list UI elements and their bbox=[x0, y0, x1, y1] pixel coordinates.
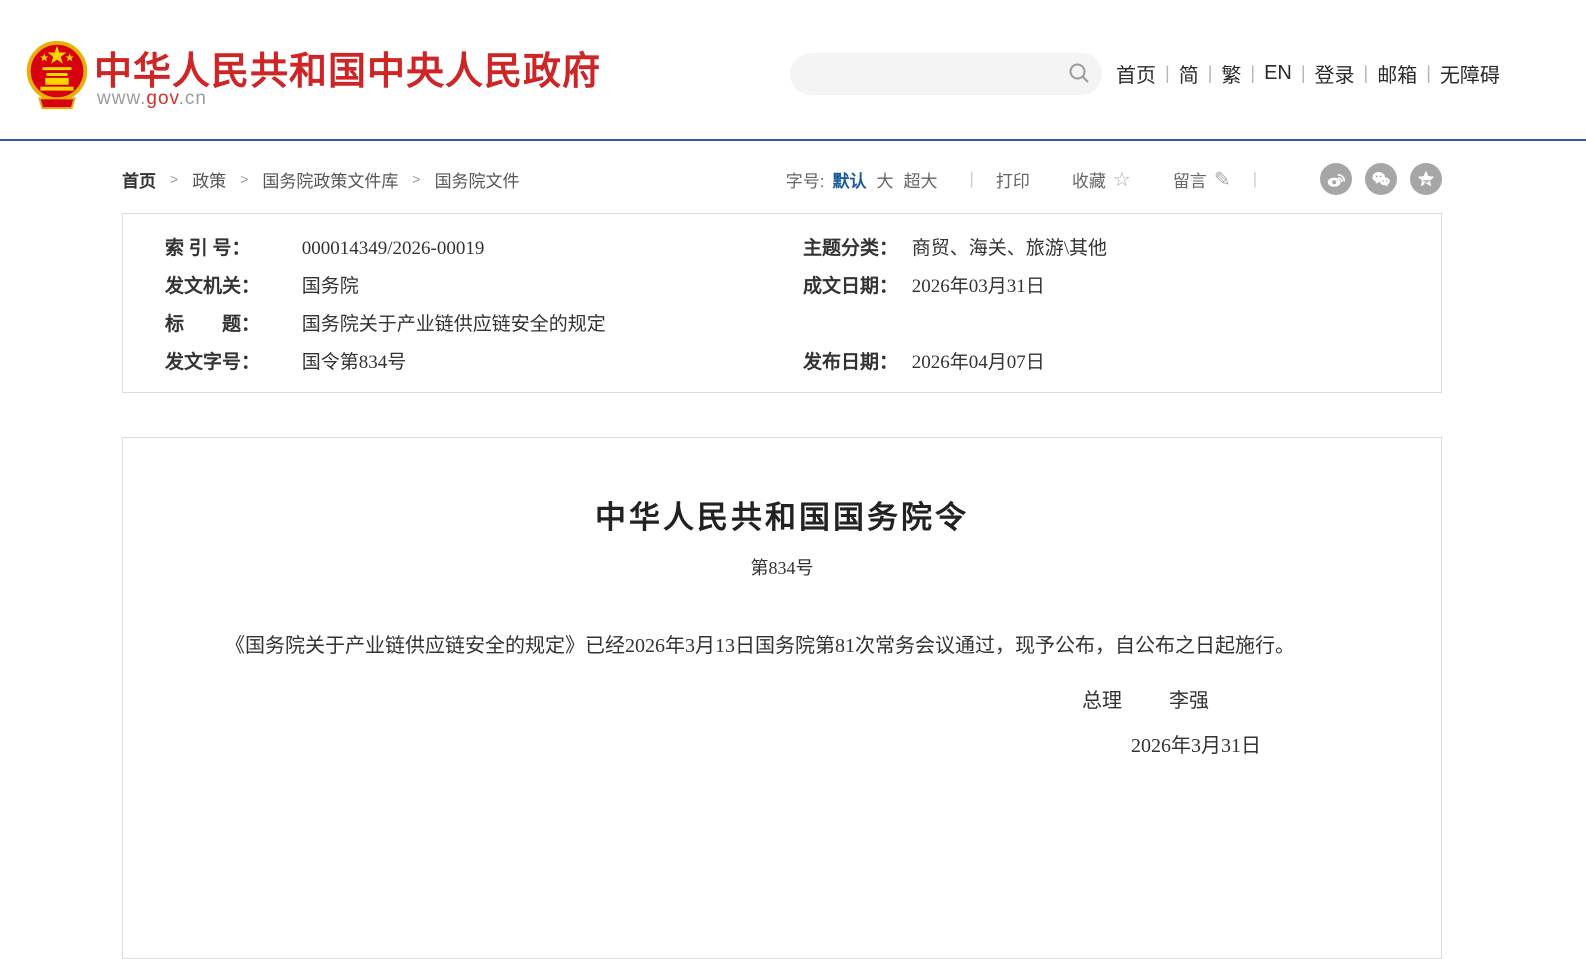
toolbar-row: 首页 > 政策 > 国务院政策文件库 > 国务院文件 字号: 默认 大 超大 |… bbox=[122, 165, 1442, 193]
breadcrumb-separator: > bbox=[412, 171, 420, 187]
font-size-xlarge-button[interactable]: 超大 bbox=[903, 167, 937, 192]
weibo-icon[interactable] bbox=[1320, 163, 1352, 195]
site-title: 中华人民共和国中央人民政府 bbox=[94, 40, 601, 95]
document-title: 中华人民共和国国务院令 bbox=[123, 492, 1441, 537]
breadcrumb-home[interactable]: 首页 bbox=[122, 167, 156, 192]
font-size-label: 字号: bbox=[786, 167, 825, 192]
font-size-default-button[interactable]: 默认 bbox=[832, 167, 866, 192]
signer-title: 总理 bbox=[1082, 690, 1122, 712]
document-metadata-box: 索 引 号： 000014349/2026-00019 发文机关： 国务院 标 … bbox=[122, 213, 1442, 393]
meta-row-index-number: 索 引 号： 000014349/2026-00019 bbox=[165, 230, 803, 268]
search-input[interactable] bbox=[790, 53, 1056, 95]
nav-english[interactable]: EN bbox=[1264, 62, 1292, 85]
search-button[interactable] bbox=[1056, 53, 1102, 95]
meta-row-topic-category: 主题分类： 商贸、海关、旅游\其他 bbox=[803, 230, 1441, 268]
site-url: www.gov.cn bbox=[97, 88, 207, 110]
site-header: 中华人民共和国中央人民政府 www.gov.cn 首页 | 简 | 繁 | EN… bbox=[0, 0, 1586, 139]
signer-name: 李强 bbox=[1169, 690, 1209, 712]
document-signature: 总理 李强 bbox=[123, 684, 1441, 713]
document-paragraph: 《国务院关于产业链供应链安全的规定》已经2026年3月13日国务院第81次常务会… bbox=[185, 630, 1379, 662]
national-emblem-icon bbox=[18, 34, 96, 114]
metadata-left-column: 索 引 号： 000014349/2026-00019 发文机关： 国务院 标 … bbox=[165, 230, 803, 382]
nav-traditional[interactable]: 繁 bbox=[1221, 59, 1241, 88]
document-date: 2026年3月31日 bbox=[123, 729, 1441, 758]
breadcrumb-separator: > bbox=[240, 171, 248, 187]
breadcrumb-state-council-docs[interactable]: 国务院文件 bbox=[435, 167, 520, 192]
nav-home[interactable]: 首页 bbox=[1116, 59, 1156, 88]
page-tools: 字号: 默认 大 超大 | 打印 收藏 ☆ 留言 ✎ | bbox=[786, 163, 1442, 195]
breadcrumb: 首页 > 政策 > 国务院政策文件库 > 国务院文件 bbox=[122, 167, 520, 192]
header-divider bbox=[0, 139, 1586, 141]
share-buttons bbox=[1307, 163, 1442, 195]
metadata-right-column: 主题分类： 商贸、海关、旅游\其他 成文日期： 2026年03月31日 发布日期… bbox=[803, 230, 1441, 382]
meta-row-document-number: 发文字号： 国令第834号 bbox=[165, 344, 803, 382]
meta-row-title: 标 题： 国务院关于产业链供应链安全的规定 bbox=[165, 306, 803, 344]
breadcrumb-policy[interactable]: 政策 bbox=[192, 167, 226, 192]
font-size-large-button[interactable]: 大 bbox=[876, 167, 893, 192]
meta-row-written-date: 成文日期： 2026年03月31日 bbox=[803, 268, 1441, 306]
search-icon bbox=[1067, 61, 1091, 88]
nav-login[interactable]: 登录 bbox=[1315, 59, 1355, 88]
favorite-star-icon[interactable]: ☆ bbox=[1113, 167, 1131, 192]
favorite-button[interactable]: 收藏 bbox=[1072, 167, 1106, 192]
comment-button[interactable]: 留言 bbox=[1173, 167, 1207, 192]
qzone-icon[interactable] bbox=[1410, 163, 1442, 195]
nav-accessibility[interactable]: 无障碍 bbox=[1440, 59, 1500, 88]
nav-mail[interactable]: 邮箱 bbox=[1377, 59, 1417, 88]
document-number: 第834号 bbox=[123, 554, 1441, 580]
print-button[interactable]: 打印 bbox=[996, 167, 1030, 192]
wechat-icon[interactable] bbox=[1365, 163, 1397, 195]
meta-row-issuing-agency: 发文机关： 国务院 bbox=[165, 268, 803, 306]
search-box[interactable] bbox=[790, 53, 1102, 95]
top-nav: 首页 | 简 | 繁 | EN | 登录 | 邮箱 | 无障碍 bbox=[1116, 59, 1500, 88]
comment-pencil-icon[interactable]: ✎ bbox=[1214, 167, 1231, 192]
main-content: 首页 > 政策 > 国务院政策文件库 > 国务院文件 字号: 默认 大 超大 |… bbox=[122, 165, 1442, 959]
nav-simplified[interactable]: 简 bbox=[1179, 59, 1199, 88]
meta-row-publish-date: 发布日期： 2026年04月07日 bbox=[803, 344, 1441, 382]
breadcrumb-policy-library[interactable]: 国务院政策文件库 bbox=[262, 167, 398, 192]
meta-row-empty bbox=[803, 306, 1441, 344]
document-body-box: 中华人民共和国国务院令 第834号 《国务院关于产业链供应链安全的规定》已经20… bbox=[122, 437, 1442, 959]
breadcrumb-separator: > bbox=[170, 171, 178, 187]
